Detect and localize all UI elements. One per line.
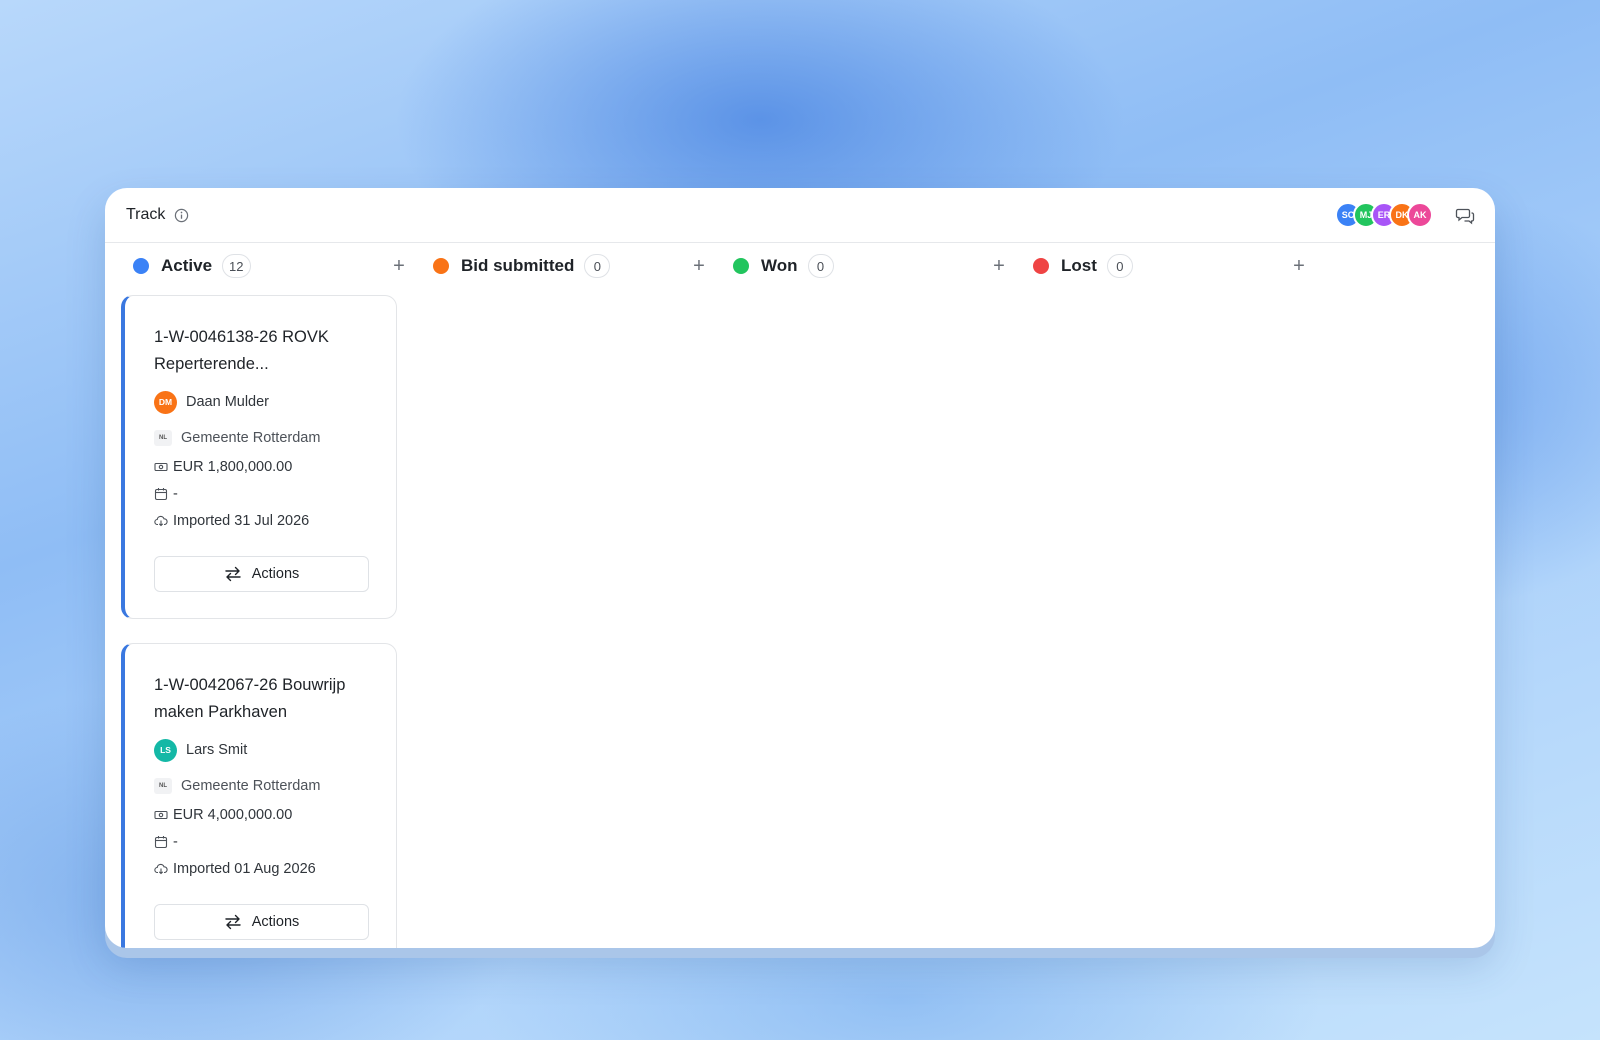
track-window: Track SC MJ ER DK AK Active 12 + 1-W-004…	[105, 188, 1495, 948]
actions-button[interactable]: Actions	[154, 904, 369, 940]
collaborator-avatars[interactable]: SC MJ ER DK AK	[1335, 202, 1433, 228]
kanban-board: Active 12 + 1-W-0046138-26 ROVK Reperter…	[105, 243, 1495, 948]
actions-label: Actions	[251, 566, 300, 582]
column-count-badge: 12	[222, 254, 251, 278]
money-icon	[154, 808, 168, 822]
column-count-badge: 0	[584, 254, 611, 278]
tender-card[interactable]: 1-W-0046138-26 ROVK Reperterende... DM D…	[121, 295, 397, 619]
column-header: Won 0 +	[721, 243, 1021, 289]
status-dot	[133, 258, 149, 274]
card-organization: NL Gemeente Rotterdam	[154, 772, 368, 799]
card-list: 1-W-0046138-26 ROVK Reperterende... DM D…	[121, 289, 421, 948]
add-card-button[interactable]: +	[389, 256, 409, 276]
swap-arrows-icon	[225, 914, 241, 930]
column-bid-submitted: Bid submitted 0 +	[421, 243, 721, 948]
owner-name: Lars Smit	[186, 742, 248, 758]
deadline-value: -	[173, 833, 178, 850]
calendar-icon	[154, 835, 168, 849]
cloud-download-icon	[154, 514, 168, 528]
column-header: Lost 0 +	[1021, 243, 1321, 289]
card-title[interactable]: 1-W-0042067-26 Bouwrijp maken Parkhaven	[154, 672, 368, 726]
info-icon[interactable]	[174, 208, 189, 223]
add-card-button[interactable]: +	[1289, 256, 1309, 276]
column-count-badge: 0	[807, 254, 834, 278]
owner-avatar: LS	[154, 738, 177, 762]
chat-icon[interactable]	[1455, 205, 1475, 225]
organization-name: Gemeente Rotterdam	[181, 429, 321, 446]
card-amount: EUR 4,000,000.00	[154, 801, 368, 828]
deadline-value: -	[173, 485, 178, 502]
column-lost: Lost 0 +	[1021, 243, 1321, 948]
cloud-download-icon	[154, 862, 168, 876]
status-dot	[733, 258, 749, 274]
column-count-badge: 0	[1106, 254, 1133, 278]
card-amount: EUR 1,800,000.00	[154, 453, 368, 480]
swap-arrows-icon	[225, 566, 241, 582]
column-active: Active 12 + 1-W-0046138-26 ROVK Reperter…	[121, 243, 421, 948]
money-icon	[154, 460, 168, 474]
column-header: Bid submitted 0 +	[421, 243, 721, 289]
add-card-button[interactable]: +	[989, 256, 1009, 276]
status-dot	[433, 258, 449, 274]
card-imported: Imported 31 Jul 2026	[154, 507, 368, 534]
column-header: Active 12 +	[121, 243, 421, 289]
imported-date: Imported 01 Aug 2026	[173, 860, 316, 877]
card-title[interactable]: 1-W-0046138-26 ROVK Reperterende...	[154, 324, 368, 378]
imported-date: Imported 31 Jul 2026	[173, 512, 310, 529]
top-bar: Track SC MJ ER DK AK	[105, 188, 1495, 243]
column-title: Bid submitted	[461, 256, 575, 275]
country-flag-icon: NL	[154, 777, 172, 794]
add-card-button[interactable]: +	[689, 256, 709, 276]
column-title: Active	[161, 256, 213, 275]
status-dot	[1033, 258, 1049, 274]
column-title: Won	[761, 256, 798, 275]
owner-name: Daan Mulder	[186, 394, 270, 410]
organization-name: Gemeente Rotterdam	[181, 777, 321, 794]
amount-value: EUR 1,800,000.00	[173, 458, 293, 475]
column-won: Won 0 +	[721, 243, 1021, 948]
country-flag-icon: NL	[154, 429, 172, 446]
card-imported: Imported 01 Aug 2026	[154, 855, 368, 882]
avatar[interactable]: AK	[1407, 202, 1433, 228]
card-deadline: -	[154, 480, 368, 507]
actions-label: Actions	[251, 914, 300, 930]
page-title: Track	[126, 206, 166, 223]
card-deadline: -	[154, 828, 368, 855]
owner-avatar: DM	[154, 390, 177, 414]
amount-value: EUR 4,000,000.00	[173, 806, 293, 823]
actions-button[interactable]: Actions	[154, 556, 369, 592]
card-owner: DM Daan Mulder	[154, 390, 368, 414]
card-organization: NL Gemeente Rotterdam	[154, 424, 368, 451]
calendar-icon	[154, 487, 168, 501]
card-owner: LS Lars Smit	[154, 738, 368, 762]
tender-card[interactable]: 1-W-0042067-26 Bouwrijp maken Parkhaven …	[121, 643, 397, 948]
column-title: Lost	[1061, 256, 1097, 275]
